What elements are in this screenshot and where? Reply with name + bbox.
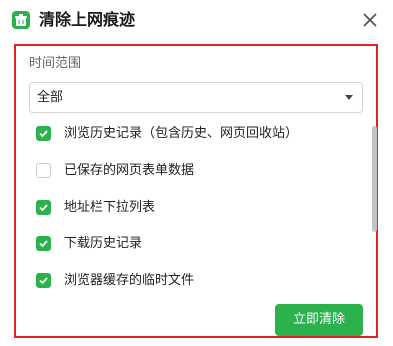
checkbox-checked[interactable] <box>36 273 51 288</box>
option-label: 浏览器缓存的临时文件 <box>64 273 195 288</box>
option-saved-form-data[interactable]: 已保存的网页表单数据 <box>36 161 356 181</box>
option-address-bar-dropdown[interactable]: 地址栏下拉列表 <box>36 198 356 218</box>
option-label: 下载历史记录 <box>64 236 143 251</box>
dialog-title: 清除上网痕迹 <box>39 10 136 29</box>
option-label: 已保存的网页表单数据 <box>64 163 195 178</box>
option-download-history[interactable]: 下载历史记录 <box>36 234 356 254</box>
checkbox-unchecked[interactable] <box>36 163 51 178</box>
broom-icon <box>12 11 30 29</box>
scrollbar-thumb[interactable] <box>372 126 377 232</box>
time-range-select[interactable]: 全部 <box>29 82 363 113</box>
checkbox-checked[interactable] <box>36 236 51 251</box>
option-cached-temp-files[interactable]: 浏览器缓存的临时文件 <box>36 271 356 291</box>
time-range-label: 时间范围 <box>29 56 82 71</box>
chevron-down-icon <box>345 95 353 100</box>
clear-now-button[interactable]: 立即清除 <box>275 304 363 336</box>
close-icon[interactable] <box>360 10 380 30</box>
checkbox-checked[interactable] <box>36 126 51 141</box>
checkbox-checked[interactable] <box>36 200 51 215</box>
option-label: 浏览历史记录（包含历史、网页回收站） <box>64 126 299 141</box>
title-bar: 清除上网痕迹 <box>0 0 393 40</box>
clear-browsing-dialog: 清除上网痕迹 时间范围 全部 浏览历史记录（包含历史、网页回收站） 已保存的网页… <box>0 0 393 346</box>
option-browsing-history[interactable]: 浏览历史记录（包含历史、网页回收站） <box>36 124 356 144</box>
time-range-value: 全部 <box>37 90 64 105</box>
option-label: 地址栏下拉列表 <box>64 200 156 215</box>
